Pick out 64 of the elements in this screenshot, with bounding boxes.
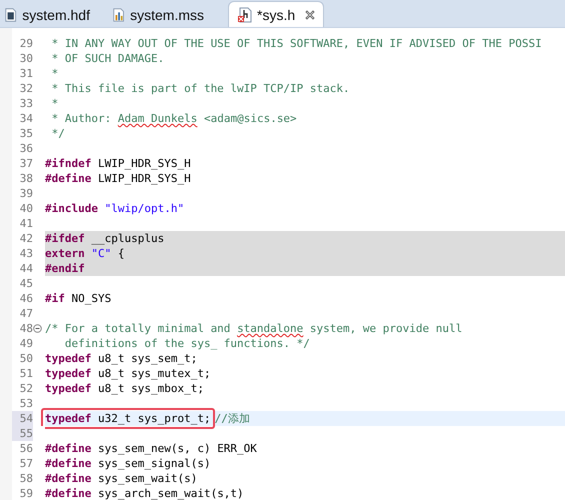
line-number: 58 — [18, 471, 33, 486]
code-line: #endif — [45, 261, 85, 276]
code-line: * IN ANY WAY OUT OF THE USE OF THIS SOFTWARE, EVEN IF ADVISED OF THE POSSI — [50, 36, 542, 51]
line-number: 35 — [18, 126, 33, 141]
highlight-box: typedef u32_t sys_prot_t; — [41, 408, 215, 429]
line-number: 53 — [18, 396, 33, 411]
code-line: * — [50, 96, 58, 111]
code-line: #include "lwip/opt.h" — [45, 201, 184, 216]
line-number: 43 — [18, 246, 33, 261]
collapse-icon[interactable] — [33, 324, 42, 333]
line-number: 46 — [18, 291, 33, 306]
code-line: typedef u8_t sys_sem_t; — [45, 351, 198, 366]
line-number: 59 — [18, 486, 33, 500]
line-number: 50 — [18, 351, 33, 366]
line-number: 48 — [18, 321, 33, 336]
line-number: 37 — [18, 156, 33, 171]
line-number: 34 — [18, 111, 33, 126]
file-icon — [112, 7, 126, 23]
editor-tab[interactable]: system.mss — [108, 3, 214, 27]
code-line: * — [50, 66, 58, 81]
line-number: 33 — [18, 96, 33, 111]
line-number: 36 — [18, 141, 33, 156]
code-line: #define LWIP_HDR_SYS_H — [45, 171, 191, 186]
line-number: 49 — [18, 336, 33, 351]
line-number: 56 — [18, 441, 33, 456]
line-number: 51 — [18, 366, 33, 381]
code-line: #define sys_sem_signal(s) — [45, 456, 211, 471]
code-line: #define sys_arch_sem_wait(s,t) — [45, 486, 244, 500]
editor-tab[interactable]: system.hdf — [0, 3, 100, 27]
editor-tab[interactable]: *sys.h — [228, 1, 324, 27]
code-line: //添加 — [214, 411, 250, 426]
line-number: 39 — [18, 186, 33, 201]
file-icon — [4, 7, 18, 23]
code-line: #ifndef LWIP_HDR_SYS_H — [45, 156, 191, 171]
code-line: #define sys_sem_new(s, c) ERR_OK — [45, 441, 257, 456]
line-number: 57 — [18, 456, 33, 471]
code-line: */ — [50, 126, 65, 141]
line-number: 30 — [18, 51, 33, 66]
line-number: 55 — [18, 426, 33, 441]
code-line: #if NO_SYS — [45, 291, 112, 306]
line-number: 42 — [18, 231, 33, 246]
line-number: 32 — [18, 81, 33, 96]
line-number: 38 — [18, 171, 33, 186]
code-line: * This file is part of the lwIP TCP/IP stack. — [50, 81, 350, 96]
line-number: 40 — [18, 201, 33, 216]
line-number: 54 — [18, 411, 33, 426]
file-icon — [237, 6, 253, 22]
code-line: #define sys_sem_wait(s) — [45, 471, 198, 486]
close-icon[interactable] — [305, 10, 316, 20]
code-line: * Author: Adam Dunkels <adam@sics.se> — [50, 111, 297, 126]
code-line: typedef u8_t sys_mbox_t; — [45, 381, 204, 396]
line-number: 47 — [18, 306, 33, 321]
code-line: * OF SUCH DAMAGE. — [50, 51, 164, 66]
line-number: 41 — [18, 216, 33, 231]
line-number: 31 — [18, 66, 33, 81]
code-line: /* For a totally minimal and standalone system, we provide null — [45, 321, 462, 336]
code-line: definitions of the sys_ functions. */ — [64, 336, 310, 351]
code-line: typedef u8_t sys_mutex_t; — [45, 366, 211, 381]
line-number: 45 — [18, 276, 33, 291]
line-number: 29 — [18, 36, 33, 51]
code-line: #ifdef __cplusplus — [45, 231, 164, 246]
line-number: 52 — [18, 381, 33, 396]
code-line: extern "C" { — [45, 246, 124, 261]
line-number: 44 — [18, 261, 33, 276]
